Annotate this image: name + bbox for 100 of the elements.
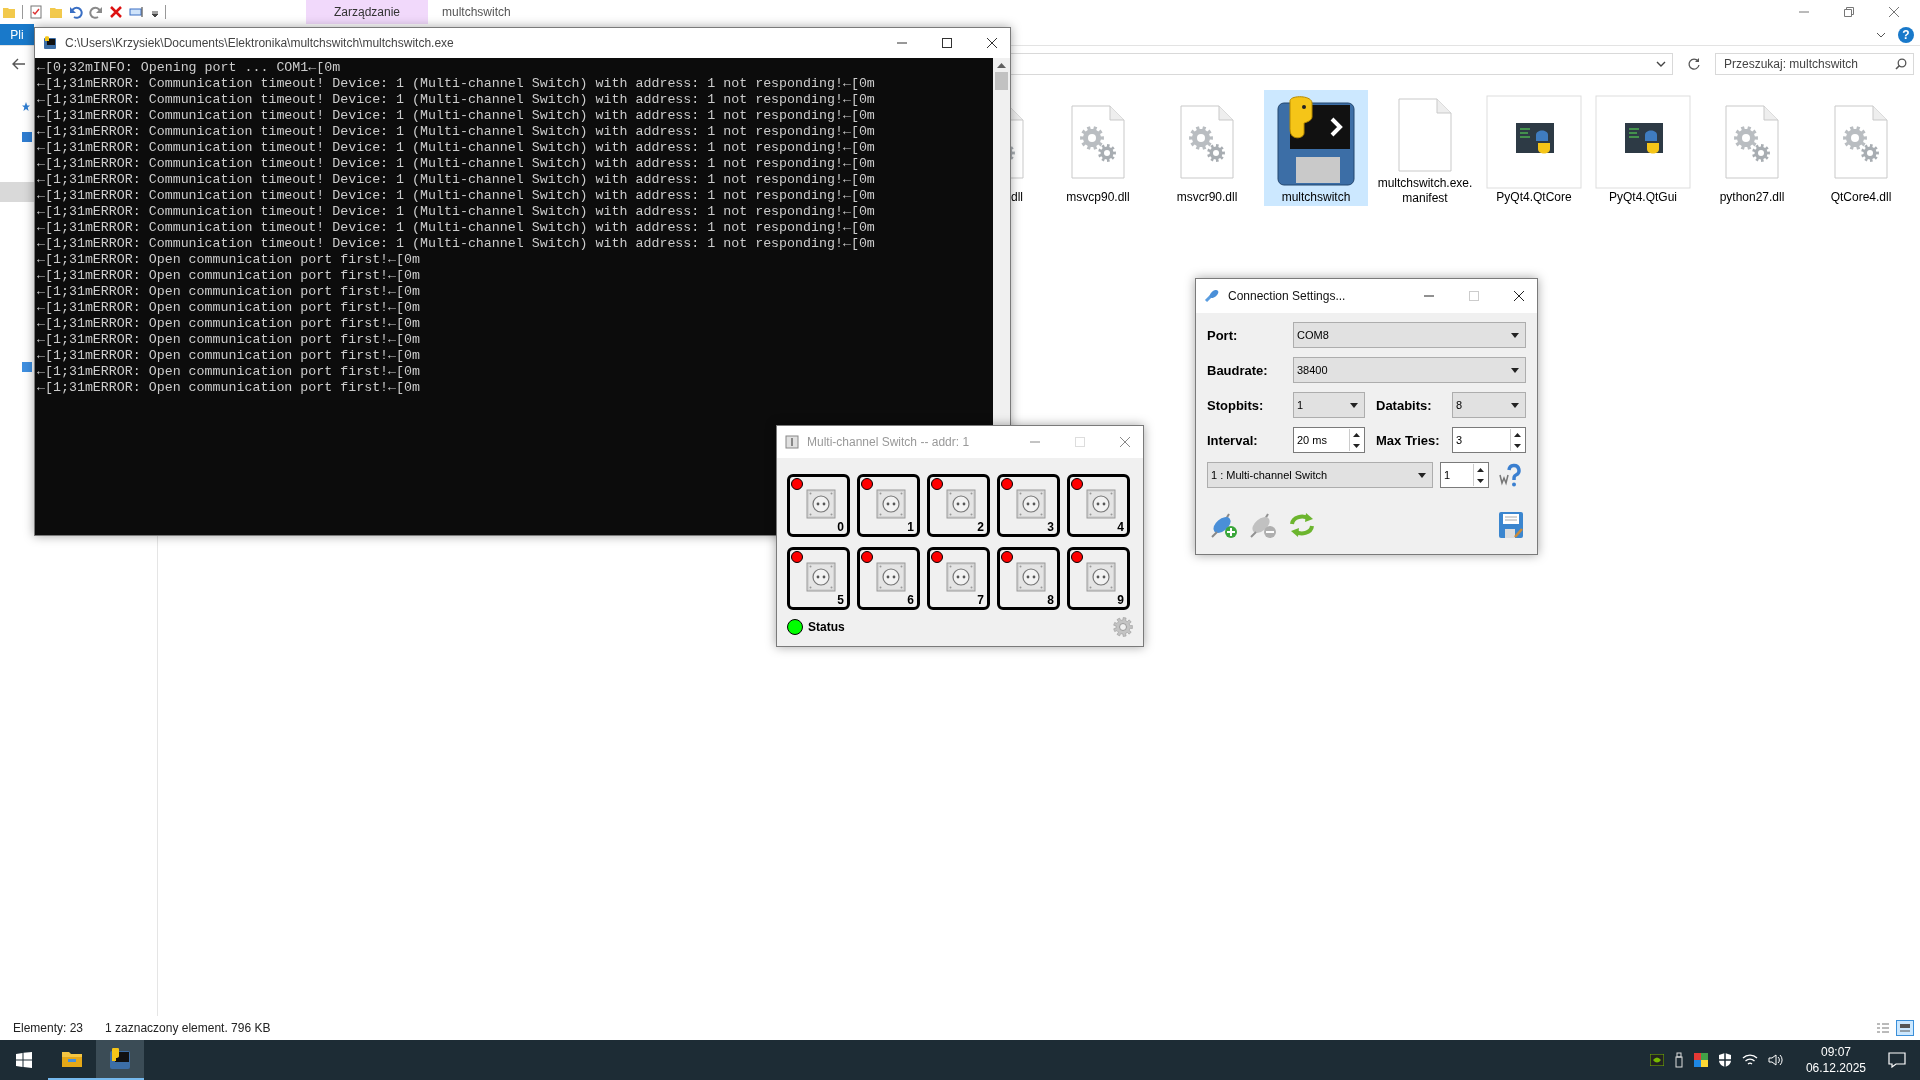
field-label: Databits: bbox=[1376, 397, 1433, 413]
power-socket-icon bbox=[1085, 561, 1116, 592]
console-line: ←[1;31mERROR: Open communication port first!←[0m bbox=[37, 268, 421, 284]
clock-time[interactable]: 09:07 bbox=[1820, 1044, 1851, 1060]
redo-icon[interactable] bbox=[89, 5, 103, 19]
console-line: ←[1;31mERROR: Communication timeout! Device: 1 (Multi-channel Switch) with address: 1 not responding!←[0m bbox=[37, 236, 876, 252]
scrollbar-thumb[interactable] bbox=[995, 72, 1008, 90]
spin-down-icon[interactable] bbox=[1352, 443, 1360, 448]
file-item[interactable]: multchswitch bbox=[1264, 90, 1368, 206]
shield-icon[interactable] bbox=[1717, 1052, 1732, 1068]
address-spinbox[interactable]: 1 bbox=[1440, 462, 1489, 488]
power-socket-icon bbox=[945, 488, 976, 519]
device-dropdown[interactable]: 1 : Multi-channel Switch bbox=[1207, 462, 1433, 488]
channel-button[interactable]: 7 bbox=[927, 547, 990, 610]
channel-button[interactable]: 2 bbox=[927, 474, 990, 537]
file-name: python27.dll bbox=[1718, 190, 1786, 205]
file-item[interactable]: python27.dll bbox=[1700, 90, 1804, 206]
channel-button[interactable]: 1 bbox=[857, 474, 920, 537]
graphics-tray-icon[interactable] bbox=[1649, 1054, 1664, 1066]
file-item[interactable]: PyQt4.QtGui bbox=[1591, 90, 1695, 206]
console-line: ←[1;31mERROR: Communication timeout! Device: 1 (Multi-channel Switch) with address: 1 not responding!←[0m bbox=[37, 188, 876, 204]
refresh-icon[interactable] bbox=[1687, 57, 1701, 71]
baudrate-dropdown[interactable]: 38400 bbox=[1293, 357, 1526, 383]
spin-down-icon[interactable] bbox=[1476, 478, 1484, 483]
channel-button[interactable]: 4 bbox=[1067, 474, 1130, 537]
star-icon[interactable] bbox=[22, 102, 30, 112]
file-name: msvcp90.dll bbox=[1065, 190, 1131, 205]
help-button[interactable]: ? bbox=[1898, 26, 1914, 43]
notification-icon[interactable] bbox=[1888, 1052, 1906, 1068]
caret-icon bbox=[1511, 367, 1519, 373]
stopbits-dropdown[interactable]: 1 bbox=[1293, 392, 1365, 418]
console-line: ←[1;31mERROR: Open communication port first!←[0m bbox=[37, 380, 421, 396]
channel-button[interactable]: 3 bbox=[997, 474, 1060, 537]
console-line: ←[1;31mERROR: Open communication port first!←[0m bbox=[37, 316, 421, 332]
large-icons-view-icon[interactable] bbox=[1896, 1020, 1914, 1036]
file-tab[interactable]: Pli bbox=[0, 24, 34, 45]
window-title: multchswitch bbox=[442, 5, 511, 19]
caret-icon bbox=[1418, 472, 1426, 478]
file-item[interactable]: msvcr90.dll bbox=[1155, 90, 1259, 206]
taskbar-app[interactable] bbox=[96, 1040, 144, 1080]
file-item[interactable]: PyQt4.QtCore bbox=[1482, 90, 1586, 206]
volume-icon[interactable] bbox=[1767, 1053, 1784, 1067]
save-button[interactable] bbox=[1496, 509, 1526, 541]
selection-info: 1 zaznaczony element. 796 KB bbox=[105, 1021, 271, 1035]
python-app-icon bbox=[109, 1048, 131, 1070]
file-name: PyQt4.QtGui bbox=[1608, 190, 1678, 205]
chevron-down-icon[interactable] bbox=[1876, 30, 1886, 39]
port-dropdown[interactable]: COM8 bbox=[1293, 322, 1526, 348]
field-label: Max Tries: bbox=[1376, 432, 1441, 448]
channel-button[interactable]: 8 bbox=[997, 547, 1060, 610]
max-tries-spinbox[interactable]: 3 bbox=[1452, 427, 1526, 453]
file-name: dll bbox=[1011, 190, 1023, 205]
properties-icon[interactable] bbox=[29, 5, 43, 19]
spin-up-icon[interactable] bbox=[1476, 467, 1484, 472]
clock-date[interactable]: 06.12.2025 bbox=[1805, 1060, 1866, 1076]
caret-icon bbox=[1511, 402, 1519, 408]
start-icon[interactable] bbox=[16, 1052, 32, 1068]
rename-icon[interactable] bbox=[129, 5, 145, 19]
folder-icon bbox=[61, 1050, 83, 1068]
delete-icon[interactable] bbox=[109, 5, 123, 19]
file-item[interactable]: msvcp90.dll bbox=[1046, 90, 1150, 206]
databits-dropdown[interactable]: 8 bbox=[1452, 392, 1526, 418]
help-icon[interactable] bbox=[1499, 463, 1523, 487]
usb-drive-icon[interactable] bbox=[1673, 1052, 1684, 1068]
scroll-up-icon[interactable] bbox=[997, 62, 1006, 68]
window-title: C:\Users\Krzysiek\Documents\Elektronika\multchswitch\multchswitch.exe bbox=[65, 36, 454, 50]
console-line: ←[0;32mINFO: Opening port ... COM1←[0m bbox=[37, 60, 342, 76]
file-name: multchswitch.exe.manifest bbox=[1377, 176, 1473, 206]
back-arrow-icon[interactable] bbox=[12, 58, 26, 70]
channel-button[interactable]: 9 bbox=[1067, 547, 1130, 610]
console-line: ←[1;31mERROR: Communication timeout! Device: 1 (Multi-channel Switch) with address: 1 not responding!←[0m bbox=[37, 204, 876, 220]
context-tab[interactable]: Zarządzanie bbox=[306, 0, 428, 24]
search-field[interactable]: Przeszukaj: multchswitch bbox=[1715, 53, 1914, 75]
undo-icon[interactable] bbox=[69, 5, 83, 19]
console-line: ←[1;31mERROR: Communication timeout! Device: 1 (Multi-channel Switch) with address: 1 not responding!←[0m bbox=[37, 220, 876, 236]
spin-up-icon[interactable] bbox=[1513, 432, 1521, 437]
spin-down-icon[interactable] bbox=[1513, 443, 1521, 448]
restore-icon[interactable] bbox=[1843, 6, 1855, 18]
maximize-icon[interactable] bbox=[941, 37, 953, 49]
channel-button[interactable]: 0 bbox=[787, 474, 850, 537]
interval-spinbox[interactable]: 20 ms bbox=[1293, 427, 1365, 453]
item-count: Elementy: 23 bbox=[13, 1021, 84, 1035]
file-item[interactable]: multchswitch.exe.manifest bbox=[1373, 90, 1477, 206]
colorful-tray-icon[interactable] bbox=[1693, 1053, 1708, 1067]
console-line: ←[1;31mERROR: Open communication port first!←[0m bbox=[37, 332, 421, 348]
switch-app-icon bbox=[785, 435, 799, 449]
console-line: ←[1;31mERROR: Open communication port first!←[0m bbox=[37, 364, 421, 380]
close-icon[interactable] bbox=[986, 37, 998, 49]
close-icon[interactable] bbox=[1513, 290, 1525, 302]
wifi-icon[interactable] bbox=[1741, 1053, 1758, 1067]
python-app-icon bbox=[1274, 95, 1358, 189]
console-line: ←[1;31mERROR: Communication timeout! Device: 1 (Multi-channel Switch) with address: 1 not responding!←[0m bbox=[37, 108, 876, 124]
channel-button[interactable]: 5 bbox=[787, 547, 850, 610]
power-socket-icon bbox=[945, 561, 976, 592]
file-item[interactable]: QtCore4.dll bbox=[1809, 90, 1913, 206]
power-socket-icon bbox=[1015, 561, 1046, 592]
power-socket-icon bbox=[875, 488, 906, 519]
channel-button[interactable]: 6 bbox=[857, 547, 920, 610]
spin-up-icon[interactable] bbox=[1352, 432, 1360, 437]
window-title: Multi-channel Switch -- addr: 1 bbox=[807, 435, 970, 449]
